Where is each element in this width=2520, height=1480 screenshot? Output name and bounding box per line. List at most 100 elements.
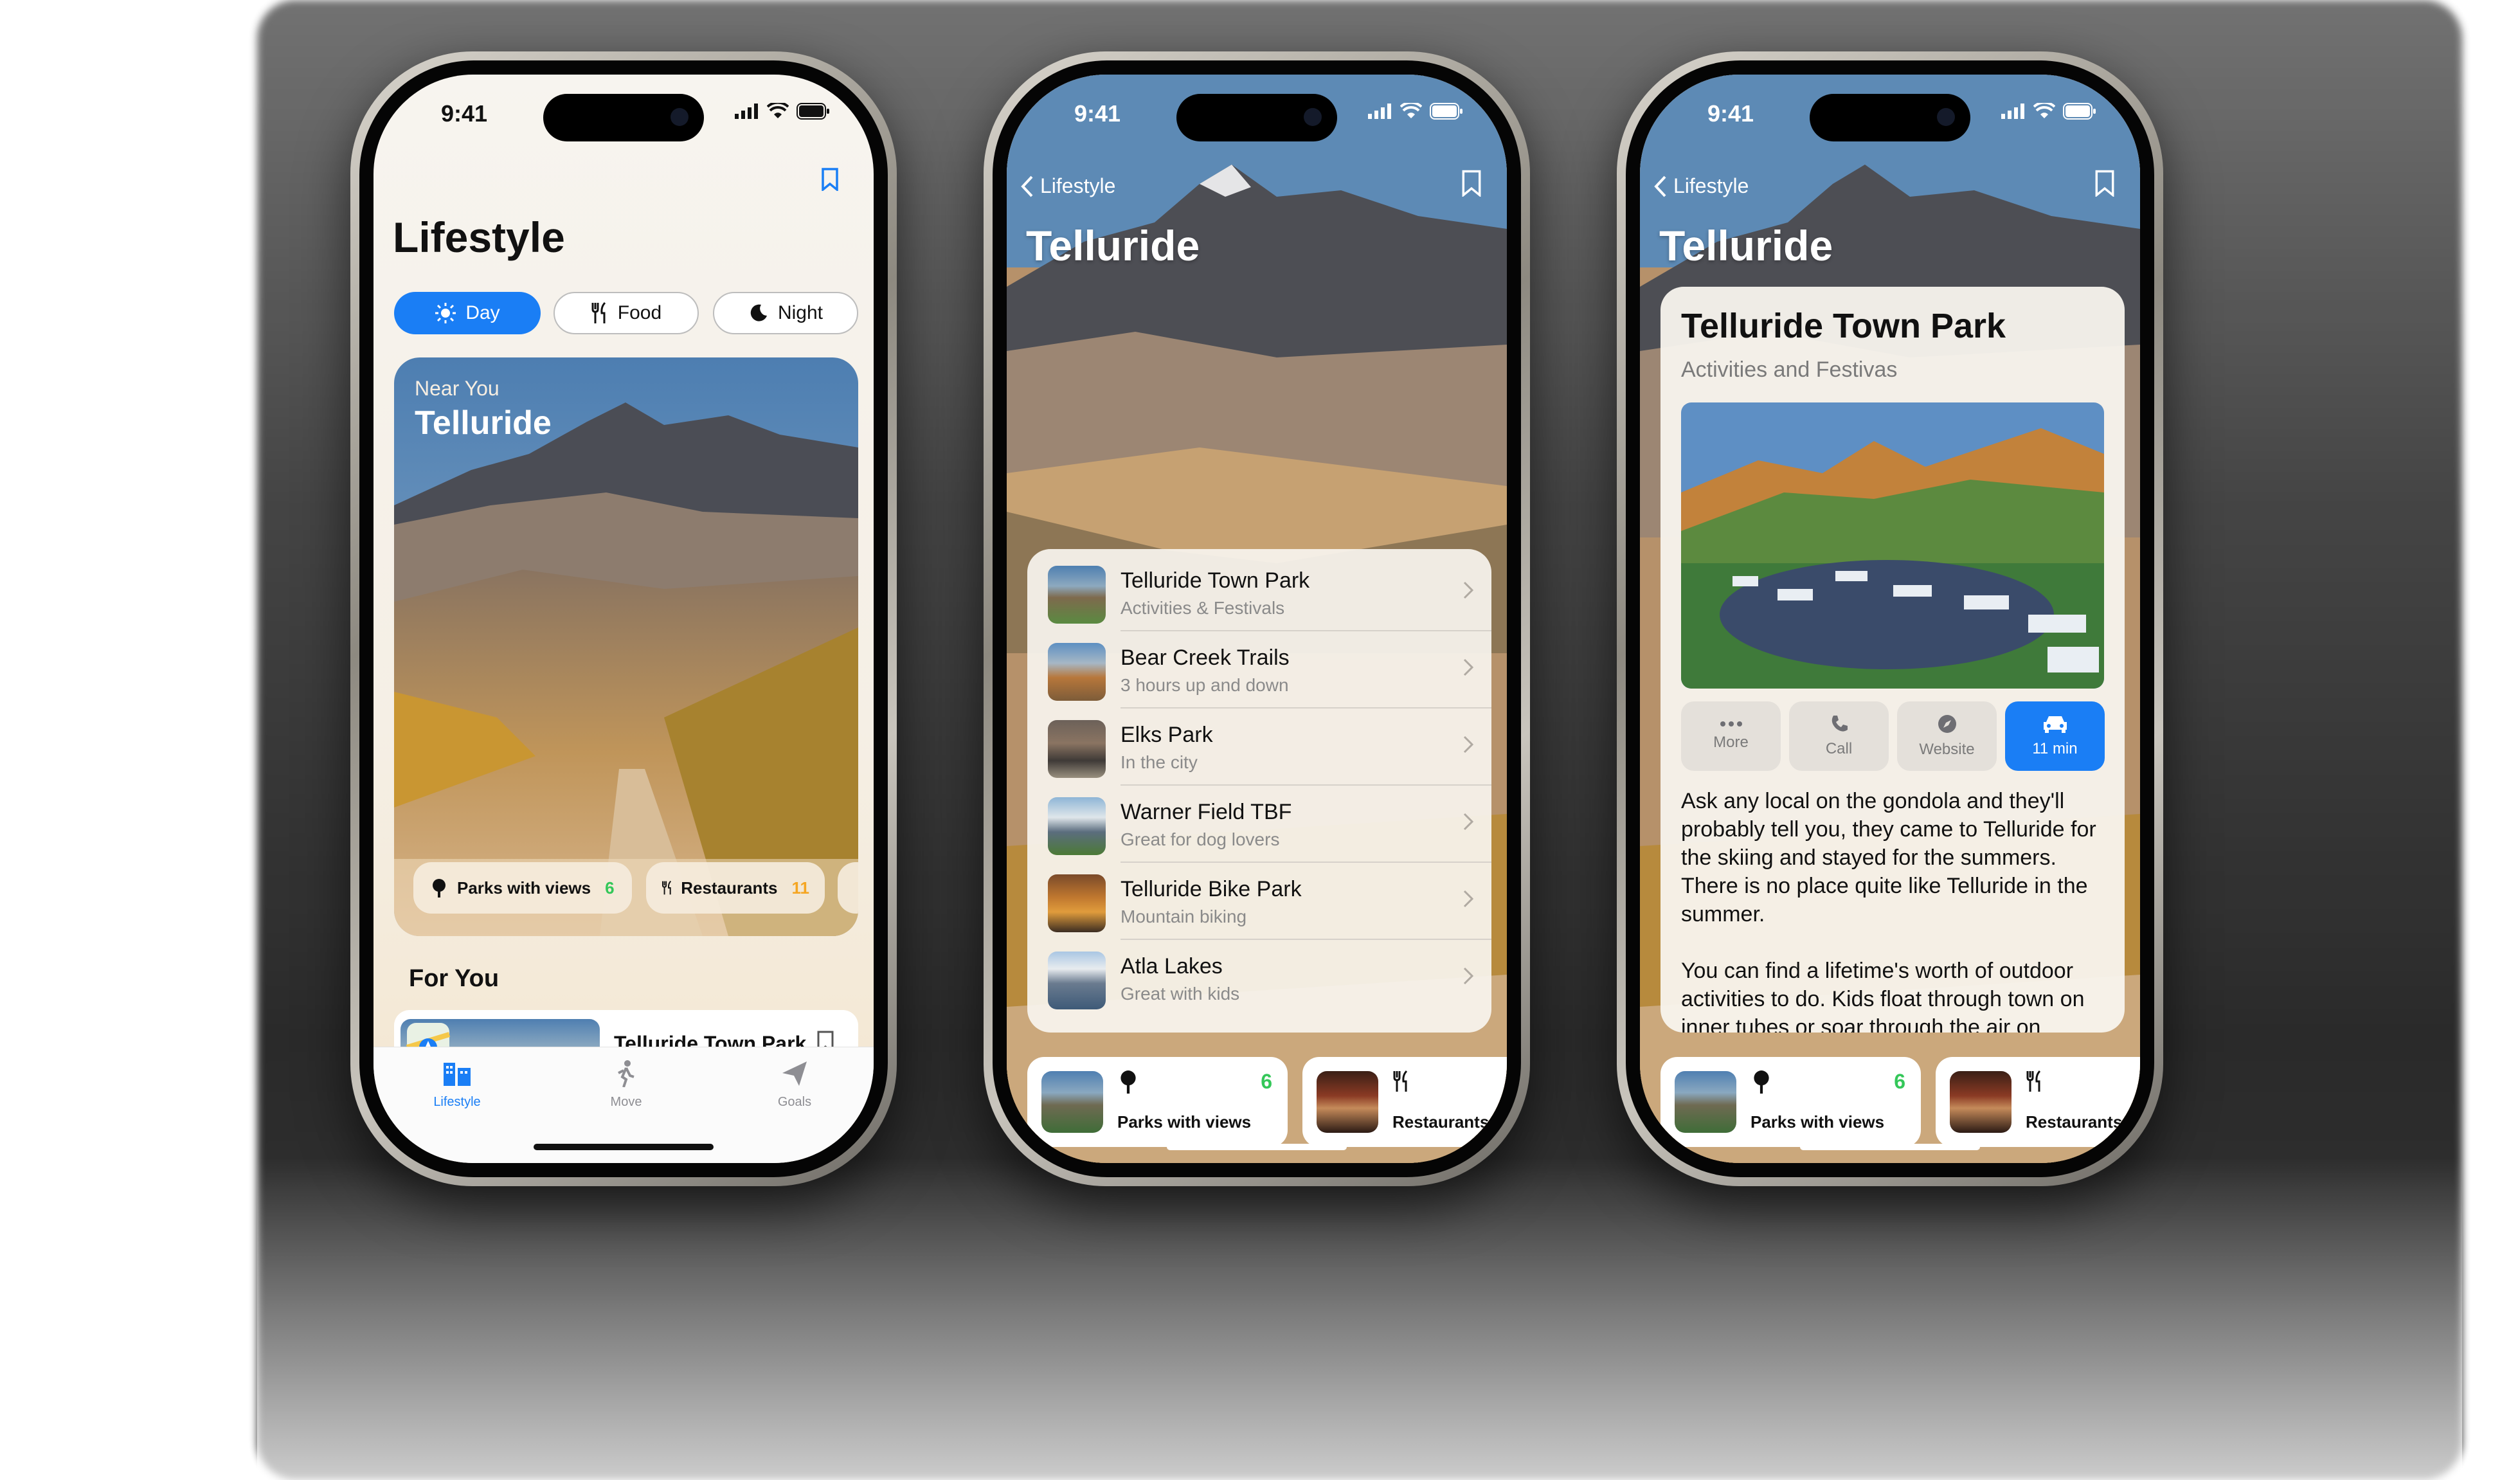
item-title: Atla Lakes — [1120, 954, 1223, 979]
tree-icon — [1120, 1070, 1136, 1094]
home-indicator — [1800, 1144, 1980, 1150]
back-label: Lifestyle — [1040, 174, 1116, 197]
bookmark-button[interactable] — [2095, 170, 2114, 200]
list-item[interactable]: Atla Lakes Great with kids — [1027, 940, 1491, 1017]
action-call[interactable]: Call — [1789, 701, 1889, 771]
bookmark-icon — [1462, 170, 1481, 198]
segment-night[interactable]: Night — [713, 292, 858, 334]
fork-knife-icon — [1393, 1070, 1408, 1092]
back-button[interactable]: Lifestyle — [1021, 174, 1115, 198]
home-indicator — [534, 1144, 714, 1150]
park-photo — [1681, 402, 2104, 689]
page-title: Telluride — [1026, 222, 1200, 269]
building-icon — [444, 1063, 471, 1086]
action-label: More — [1713, 734, 1749, 751]
category-card-restaurants[interactable]: Restaurants 1 — [1936, 1057, 2140, 1147]
chevron-right-icon — [1463, 735, 1473, 754]
cellular-icon — [1368, 104, 1391, 119]
card-count: 6 — [1261, 1070, 1272, 1093]
action-more[interactable]: More — [1681, 701, 1781, 771]
action-directions[interactable]: 11 min — [2005, 701, 2105, 771]
dynamic-island — [543, 94, 704, 141]
tab-label: Goals — [777, 1095, 812, 1109]
phone-park-detail: 9:41 Lifestyle Telluride Telluride Town … — [1617, 51, 2163, 1186]
tab-goals[interactable]: Goals — [746, 1060, 843, 1110]
category-card-parks[interactable]: Parks with views 6 — [1027, 1057, 1288, 1147]
chip-more[interactable] — [838, 862, 858, 914]
action-label: Website — [1919, 741, 1975, 758]
battery-icon — [797, 103, 829, 120]
item-subtitle: Great for dog lovers — [1120, 829, 1280, 849]
near-you-card[interactable]: Near You Telluride Parks with views 6 Re… — [394, 357, 858, 936]
card-label: Restaurants — [2026, 1112, 2123, 1132]
chip-restaurants[interactable]: Restaurants 11 — [646, 862, 825, 914]
chip-parks[interactable]: Parks with views 6 — [413, 862, 632, 914]
list-item[interactable]: Elks Park In the city — [1027, 708, 1491, 786]
action-label: Call — [1825, 740, 1853, 757]
chip-count: 6 — [605, 878, 615, 898]
battery-icon — [1430, 103, 1462, 120]
list-item[interactable]: Bear Creek Trails 3 hours up and down — [1027, 631, 1491, 708]
tab-move[interactable]: Move — [578, 1060, 674, 1110]
chevron-left-icon — [1654, 176, 1666, 197]
tree-icon — [433, 879, 446, 898]
item-subtitle: Great with kids — [1120, 984, 1240, 1004]
category-card-restaurants[interactable]: Restaurants 1 — [1302, 1057, 1507, 1147]
item-title: Telluride Bike Park — [1120, 877, 1302, 901]
bookmark-button[interactable] — [822, 168, 838, 194]
hero-location: Telluride — [415, 404, 552, 442]
page-title: Telluride — [1659, 222, 1833, 269]
chevron-right-icon — [1463, 890, 1473, 908]
list-item[interactable]: Warner Field TBF Great for dog lovers — [1027, 786, 1491, 863]
bookmark-button[interactable] — [1462, 170, 1481, 200]
battery-icon — [2063, 103, 2096, 120]
wifi-icon — [1400, 103, 1422, 118]
action-website[interactable]: Website — [1897, 701, 1997, 771]
place-thumbnail — [1048, 797, 1106, 855]
place-thumbnail — [1048, 720, 1106, 778]
item-subtitle: Mountain biking — [1120, 907, 1247, 926]
dynamic-island — [1176, 94, 1337, 141]
tab-lifestyle[interactable]: Lifestyle — [409, 1060, 505, 1110]
category-thumbnail — [1950, 1071, 2012, 1133]
segment-label: Food — [617, 302, 662, 323]
fork-knife-icon — [591, 302, 606, 323]
moon-icon — [750, 304, 767, 321]
compass-icon — [1938, 715, 1956, 733]
fork-knife-icon — [662, 880, 672, 895]
phone-lifestyle: 9:41 Lifestyle Day Food Night Near You T… — [350, 51, 897, 1186]
bookmark-icon — [2095, 170, 2114, 198]
segment-food[interactable]: Food — [554, 292, 699, 334]
chevron-right-icon — [1463, 967, 1473, 985]
category-card-parks[interactable]: Parks with views 6 — [1661, 1057, 1921, 1147]
list-item[interactable]: Telluride Bike Park Mountain biking — [1027, 863, 1491, 940]
list-item[interactable]: Telluride Town Park Activities & Festiva… — [1027, 554, 1491, 631]
tab-label: Move — [610, 1095, 642, 1109]
cellular-icon — [2001, 104, 2024, 119]
segment-label: Day — [465, 302, 500, 323]
wifi-icon — [2033, 103, 2055, 118]
phone-icon — [1832, 716, 1848, 732]
car-icon — [2043, 716, 2067, 733]
detail-description: Ask any local on the gondola and they'll… — [1681, 789, 2096, 1033]
background-fade — [257, 1157, 2462, 1480]
tree-icon — [1754, 1070, 1769, 1094]
place-thumbnail — [1048, 643, 1106, 701]
phone-telluride-list: 9:41 Lifestyle Telluride Telluride Town … — [984, 51, 1530, 1186]
chip-count: 11 — [791, 878, 810, 898]
mountain-photo — [394, 357, 858, 936]
section-title: For You — [409, 965, 500, 992]
chevron-right-icon — [1463, 658, 1473, 676]
cellular-icon — [735, 104, 758, 119]
place-thumbnail — [1048, 952, 1106, 1009]
category-thumbnail — [1675, 1071, 1736, 1133]
chevron-left-icon — [1021, 176, 1033, 197]
hero-subtitle: Near You — [415, 377, 500, 400]
detail-subtitle: Activities and Festivas — [1681, 357, 1898, 382]
action-label: 11 min — [2032, 740, 2078, 757]
back-button[interactable]: Lifestyle — [1654, 174, 1749, 198]
segment-day[interactable]: Day — [394, 292, 541, 334]
paperplane-icon — [782, 1061, 807, 1086]
item-subtitle: Activities & Festivals — [1120, 598, 1285, 618]
item-subtitle: 3 hours up and down — [1120, 675, 1289, 695]
